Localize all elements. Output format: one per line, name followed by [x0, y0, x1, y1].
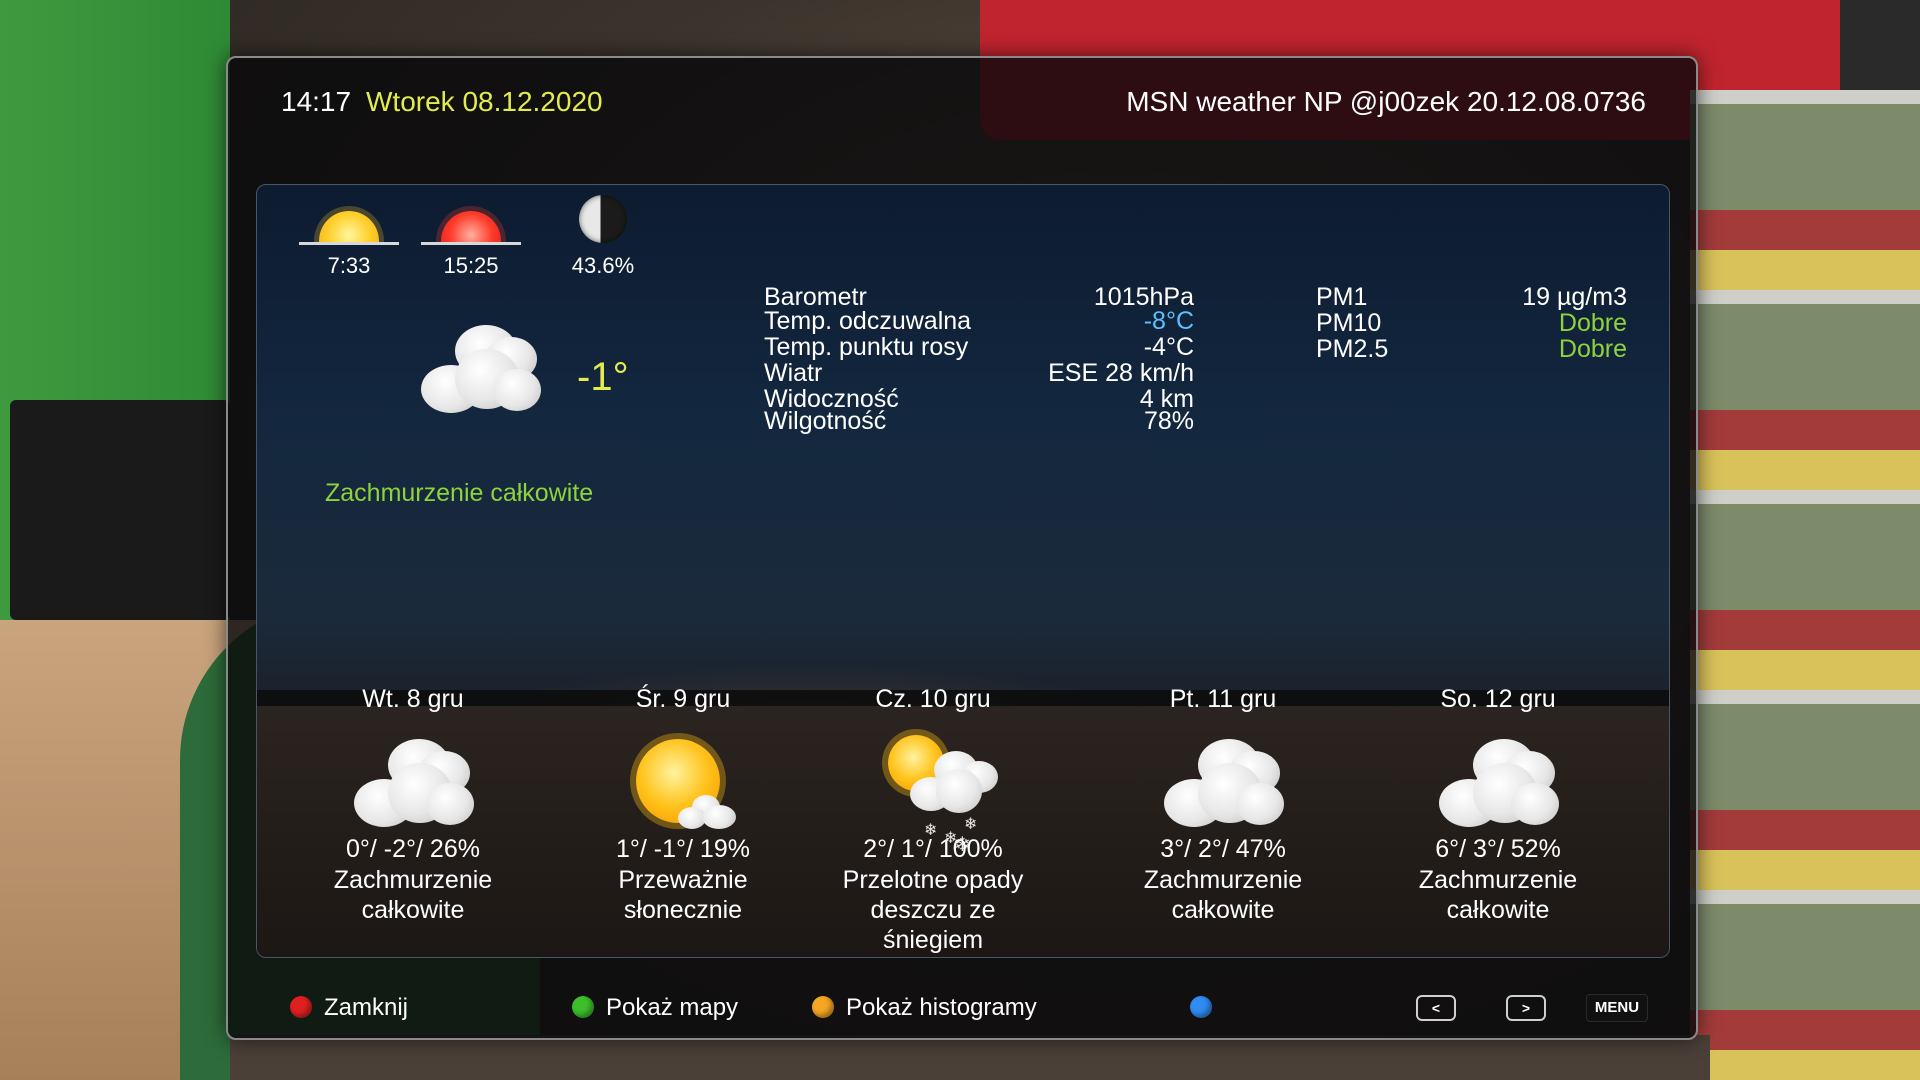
detail-label: Temp. odczuwalna [764, 307, 972, 335]
cloudy-icon [1158, 735, 1288, 835]
current-temperature: -1° [577, 355, 629, 399]
cloudy-icon [1433, 735, 1563, 835]
detail-label: Wiatr [764, 359, 823, 387]
current-description: Zachmurzenie całkowite [325, 479, 594, 507]
forecast-temps: 2°/ 1°/ 100% [863, 835, 1003, 863]
forecast-day: Cz. 10 gru ❄ ❄ ❄ ❄ 2°/ 1°/ 100% Przelotne opad… [818, 685, 1048, 954]
detail-value: ESE 28 km/h [1048, 359, 1194, 387]
moon-phase-icon [579, 195, 627, 243]
detail-value: 78% [1143, 407, 1194, 435]
forecast-description: Zachmurzenie całkowite [1418, 866, 1578, 924]
show-histograms-button[interactable]: Pokaż histogramy [846, 994, 1037, 1022]
rain-snow-showers-icon: ❄ ❄ ❄ ❄ [868, 735, 998, 855]
mostly-sunny-icon [618, 735, 748, 835]
red-button-icon[interactable] [290, 996, 312, 1018]
detail-value: -4°C [1143, 333, 1194, 361]
prev-key-button[interactable]: < [1416, 995, 1456, 1021]
background-shelf [1690, 90, 1920, 1080]
clock-time: 14:17 [281, 86, 352, 117]
air-quality-label: PM1 [1316, 283, 1368, 311]
forecast-day-name: So. 12 gru [1440, 685, 1556, 713]
detail-label: Wilgotność [764, 407, 887, 435]
forecast-temps: 0°/ -2°/ 26% [346, 835, 480, 863]
cloudy-icon [415, 325, 545, 415]
air-quality-label: PM2.5 [1316, 335, 1389, 363]
forecast-description: Zachmurzenie całkowite [1143, 866, 1303, 924]
forecast-description: Przeważnie słonecznie [618, 866, 748, 924]
menu-key-button[interactable]: MENU [1586, 994, 1648, 1022]
close-button[interactable]: Zamknij [324, 994, 408, 1022]
air-quality-label: PM10 [1316, 309, 1382, 337]
sunset-icon [421, 197, 521, 245]
green-button-icon[interactable] [572, 996, 594, 1018]
yellow-button-icon[interactable] [812, 996, 834, 1018]
forecast-day-name: Wt. 8 gru [362, 685, 464, 713]
blue-button-icon[interactable] [1190, 996, 1212, 1018]
show-maps-button[interactable]: Pokaż mapy [606, 994, 738, 1022]
next-key-button[interactable]: > [1506, 995, 1546, 1021]
air-quality-value: Dobre [1558, 335, 1627, 363]
forecast-temps: 3°/ 2°/ 47% [1160, 835, 1286, 863]
forecast-day-name: Pt. 11 gru [1169, 685, 1277, 713]
forecast-temps: 6°/ 3°/ 52% [1435, 835, 1561, 863]
forecast-day-name: Śr. 9 gru [635, 685, 731, 713]
forecast-temps: 1°/ -1°/ 19% [616, 835, 750, 863]
forecast-day: Pt. 11 gru 3°/ 2°/ 47% Zachmurzenie całkow… [1108, 685, 1338, 924]
air-quality-value: Dobre [1558, 309, 1627, 337]
background-machine [10, 400, 230, 620]
detail-value: -8°C [1143, 307, 1194, 335]
sunrise-time: 7:33 [327, 253, 371, 278]
forecast-description: Przelotne opady deszczu ze śniegiem [842, 866, 1024, 954]
forecast-day-name: Cz. 10 gru [875, 685, 991, 713]
current-date: Wtorek 08.12.2020 [366, 86, 603, 117]
weather-panel: 7:33 15:25 43.6% -1° Zachmurzenie całkow… [256, 184, 1670, 958]
detail-label: Temp. punktu rosy [764, 333, 969, 361]
sunrise-icon [299, 197, 399, 245]
air-quality-value: 19 µg/m3 [1522, 283, 1627, 311]
background-floor [230, 1035, 1710, 1080]
weather-window: 14:17 Wtorek 08.12.2020 MSN weather NP @… [226, 56, 1698, 1040]
forecast-day: Śr. 9 gru 1°/ -1°/ 19% Przeważnie słoneczn… [568, 685, 798, 924]
forecast-day: Wt. 8 gru 0°/ -2°/ 26% Zachmurzenie całkow… [298, 685, 528, 924]
moon-illumination: 43.6% [571, 253, 635, 278]
window-title: MSN weather NP @j00zek 20.12.08.0736 [1126, 86, 1646, 117]
sunset-time: 15:25 [443, 253, 499, 278]
forecast-day: So. 12 gru 6°/ 3°/ 52% Zachmurzenie całkow… [1383, 685, 1613, 924]
forecast-description: Zachmurzenie całkowite [333, 866, 493, 924]
cloudy-icon [348, 735, 478, 835]
